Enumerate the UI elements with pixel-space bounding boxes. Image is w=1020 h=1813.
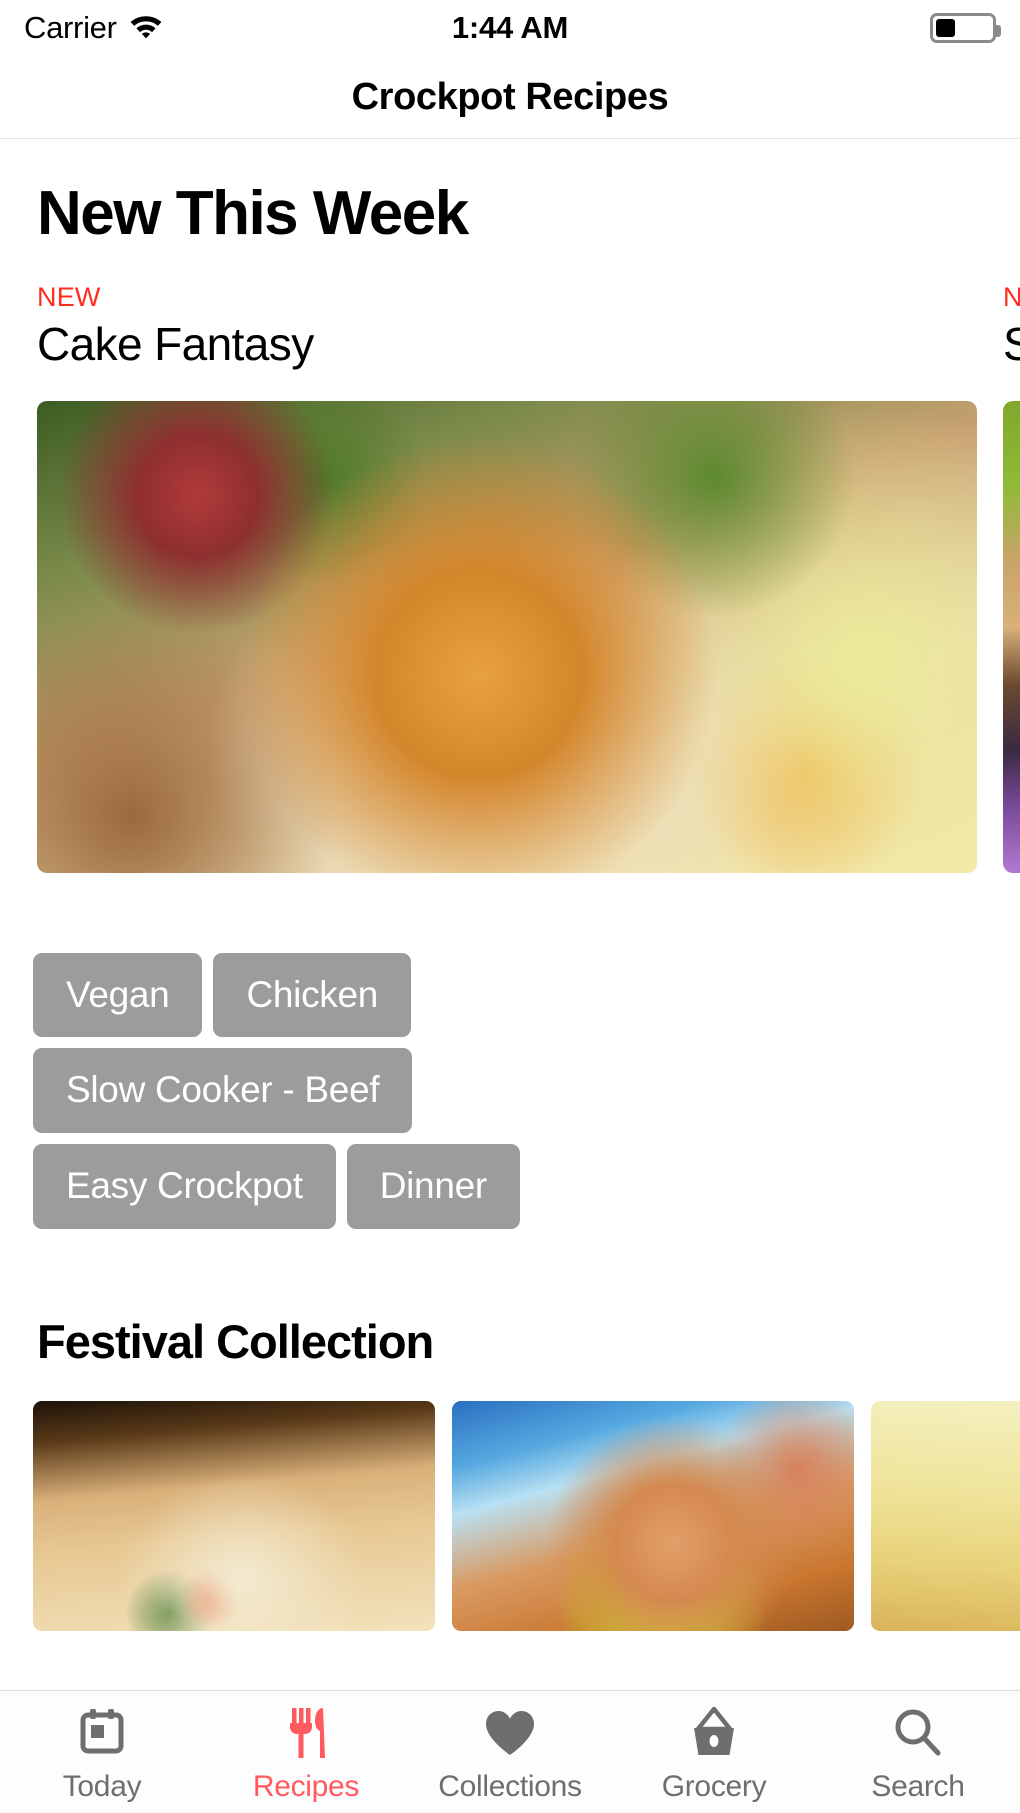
section-heading-new-this-week: New This Week (37, 179, 469, 248)
festival-card-2[interactable] (871, 1400, 1020, 1631)
tab-label-grocery: Grocery (661, 1770, 767, 1803)
status-bar-right (568, 13, 1002, 43)
scroll-content[interactable]: New This Week NEW Cake Fantasy NEW S Veg… (0, 140, 1020, 1690)
tab-today[interactable]: Today (0, 1707, 204, 1804)
tab-label-recipes: Recipes (252, 1770, 360, 1803)
status-bar-center: 1:44 AM (451, 10, 569, 46)
featured-card-0[interactable]: NEW Cake Fantasy (37, 282, 977, 873)
navigation-bar: Crockpot Recipes (0, 56, 1020, 139)
app-screen: Carrier 1:44 AM Crockpot Recipes New Thi… (0, 0, 1020, 1813)
festival-carousel[interactable] (0, 1400, 1020, 1631)
recipe-title: Cake Fantasy (37, 317, 314, 370)
calendar-icon (79, 1707, 125, 1759)
featured-card-1[interactable]: NEW S (1003, 282, 1020, 873)
battery-fill (936, 19, 956, 37)
tab-bar: Today Recipes Collections Grocery Search (0, 1690, 1020, 1813)
fork-knife-icon (283, 1707, 329, 1759)
section-heading-festival-collection: Festival Collection (37, 1314, 434, 1368)
tag-chip-slow-cooker-beef[interactable]: Slow Cooker - Beef (33, 1048, 413, 1134)
festival-card-1[interactable] (452, 1400, 854, 1631)
status-bar-left: Carrier (24, 10, 452, 46)
tag-chip-dinner[interactable]: Dinner (346, 1144, 520, 1229)
tag-chip-chicken[interactable]: Chicken (213, 952, 412, 1038)
wifi-icon (129, 13, 163, 44)
basket-icon (689, 1707, 739, 1759)
featured-carousel[interactable]: NEW Cake Fantasy NEW S (0, 282, 1020, 873)
carrier-label: Carrier (24, 10, 117, 45)
festival-section: Festival Collection (0, 1314, 1020, 1631)
tab-label-today: Today (62, 1770, 142, 1803)
new-badge: NEW (37, 282, 101, 312)
magnifier-icon (893, 1707, 943, 1759)
tab-collections[interactable]: Collections (408, 1707, 612, 1804)
tab-search[interactable]: Search (816, 1707, 1020, 1804)
recipe-photo[interactable] (37, 400, 977, 873)
tab-label-collections: Collections (438, 1770, 582, 1803)
page-title: Crockpot Recipes (351, 75, 669, 118)
tab-label-search: Search (871, 1770, 965, 1803)
recipe-photo[interactable] (1003, 400, 1020, 873)
status-bar: Carrier 1:44 AM (0, 0, 1020, 56)
tab-recipes[interactable]: Recipes (204, 1707, 408, 1804)
heart-icon (484, 1707, 536, 1759)
battery-icon (930, 13, 1002, 43)
tag-chip-easy-crockpot[interactable]: Easy Crockpot (33, 1144, 336, 1229)
clock-label: 1:44 AM (451, 10, 569, 45)
tag-chip-vegan[interactable]: Vegan (33, 952, 203, 1038)
tab-grocery[interactable]: Grocery (612, 1707, 816, 1804)
tag-list[interactable]: Vegan Chicken Slow Cooker - Beef Easy Cr… (0, 952, 735, 1229)
recipe-title: S (1003, 317, 1020, 370)
new-badge: NEW (1003, 282, 1020, 312)
festival-card-0[interactable] (33, 1400, 435, 1631)
